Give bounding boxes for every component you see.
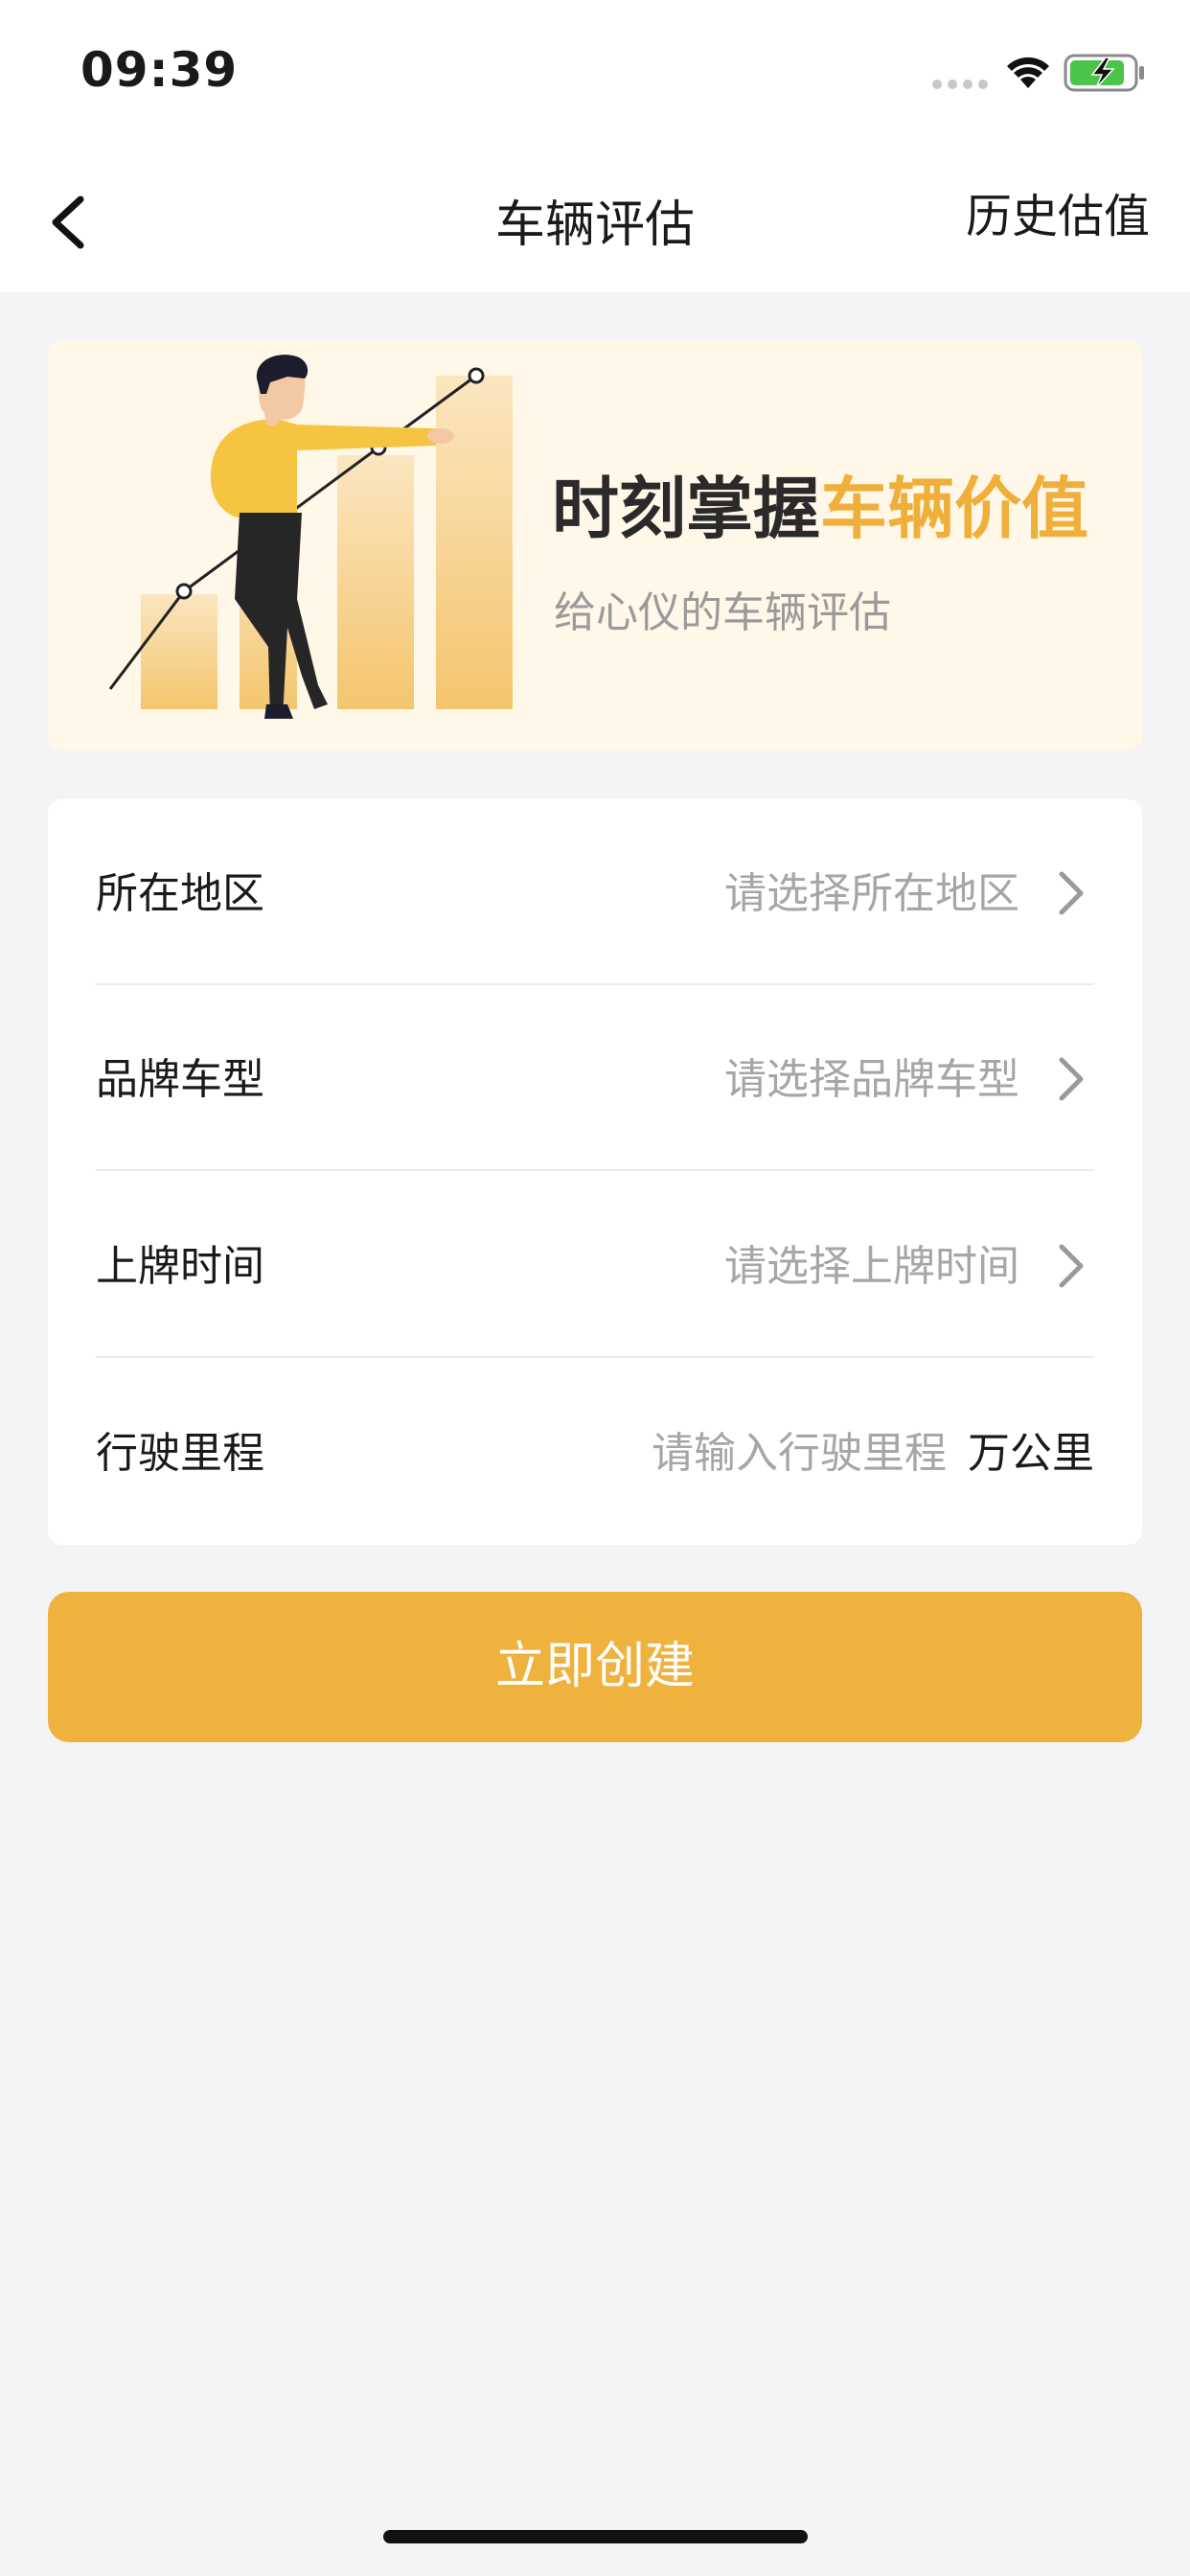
history-valuation-link[interactable]: 历史估值 (966, 178, 1150, 245)
navigation-bar: 车辆评估 历史估值 (0, 144, 1190, 292)
mileage-label: 行驶里程 (96, 1429, 264, 1478)
region-placeholder: 请选择所在地区 (724, 869, 1019, 918)
brand-model-label: 品牌车型 (96, 1055, 264, 1104)
cellular-signal-icon (932, 80, 988, 89)
wifi-icon (1007, 57, 1049, 88)
chevron-right-icon (1059, 1244, 1084, 1288)
valuation-form: 所在地区 请选择所在地区 品牌车型 请选择品牌车型 上牌时间 请选择上牌时间 行… (48, 799, 1142, 1545)
chevron-right-icon (1059, 871, 1084, 915)
registration-date-selector[interactable]: 上牌时间 请选择上牌时间 (96, 1172, 1094, 1358)
registration-date-placeholder: 请选择上牌时间 (724, 1242, 1019, 1291)
status-time: 09:39 (80, 42, 239, 98)
region-label: 所在地区 (96, 869, 264, 918)
registration-date-label: 上牌时间 (96, 1242, 264, 1291)
banner-title: 时刻掌握车辆价值 (552, 455, 1088, 552)
create-now-button[interactable]: 立即创建 (48, 1592, 1142, 1742)
mileage-row: 行驶里程 请输入行驶里程 万公里 (96, 1359, 1094, 1545)
banner-title-highlight: 车辆价值 (820, 470, 1088, 548)
growth-chart-illustration (108, 355, 513, 719)
banner-subtitle: 给心仪的车辆评估 (554, 588, 891, 637)
battery-charging-icon (1064, 54, 1144, 92)
mileage-input[interactable]: 请输入行驶里程 (652, 1418, 947, 1480)
brand-model-selector[interactable]: 品牌车型 请选择品牌车型 (96, 985, 1094, 1171)
mileage-unit: 万公里 (968, 1429, 1094, 1478)
valuation-banner: 时刻掌握车辆价值 给心仪的车辆评估 (48, 340, 1142, 750)
home-indicator (383, 2530, 808, 2543)
region-selector[interactable]: 所在地区 请选择所在地区 (96, 799, 1094, 985)
status-bar: 09:39 (0, 0, 1190, 144)
banner-title-prefix: 时刻掌握 (552, 470, 820, 548)
brand-model-placeholder: 请选择品牌车型 (724, 1055, 1019, 1104)
chevron-right-icon (1059, 1057, 1084, 1101)
